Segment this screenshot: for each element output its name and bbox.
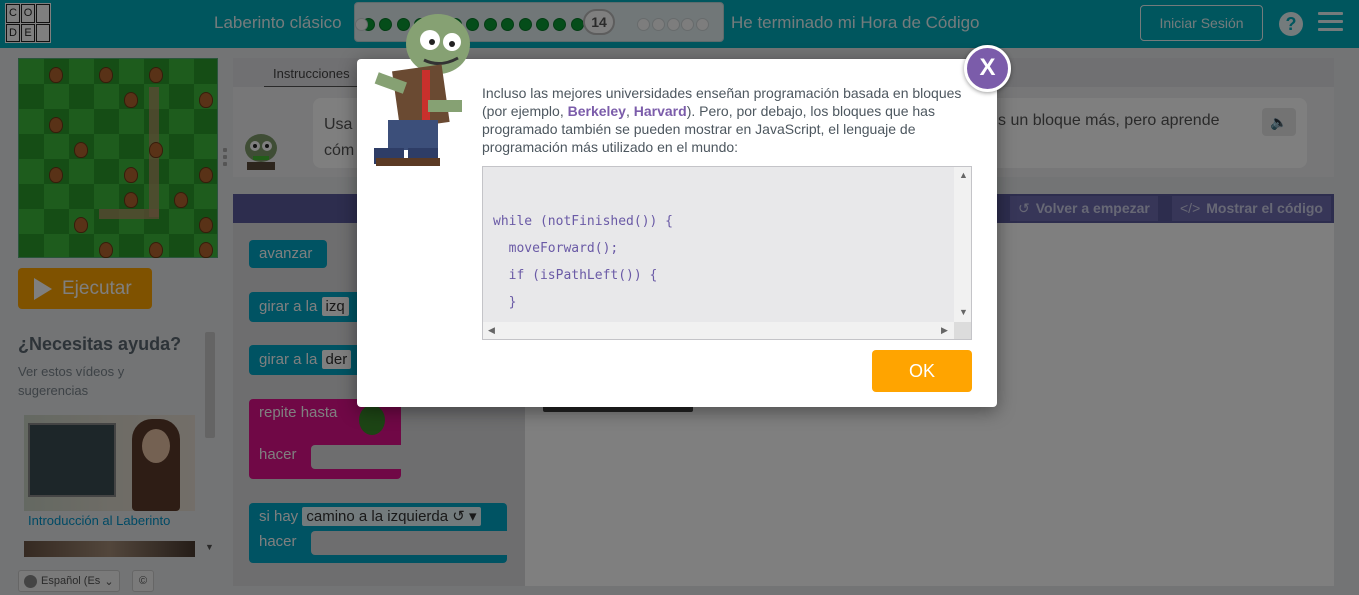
code-line: if (isPathLeft()) { [493,268,658,283]
code-line: } [493,295,517,310]
code-line: while (notFinished()) { [493,214,674,229]
scroll-corner [954,322,971,339]
harvard-text: Harvard [633,103,687,119]
javascript-code-box[interactable]: while (notFinished()) { moveForward(); i… [482,166,972,340]
zombie-icon [374,14,470,166]
code-horizontal-scrollbar[interactable]: ◀ ▶ [483,322,955,339]
berkeley-text: Berkeley [567,103,626,119]
dialog-text-segment: , [625,103,634,119]
code-vertical-scrollbar[interactable]: ▲ ▼ [954,167,971,322]
ok-button[interactable]: OK [872,350,972,392]
code-lines: while (notFinished()) { moveForward(); i… [493,181,673,343]
close-dialog-button[interactable]: X [964,45,1011,92]
dialog-message: Incluso las mejores universidades enseña… [482,84,962,156]
code-line: moveForward(); [493,241,619,256]
